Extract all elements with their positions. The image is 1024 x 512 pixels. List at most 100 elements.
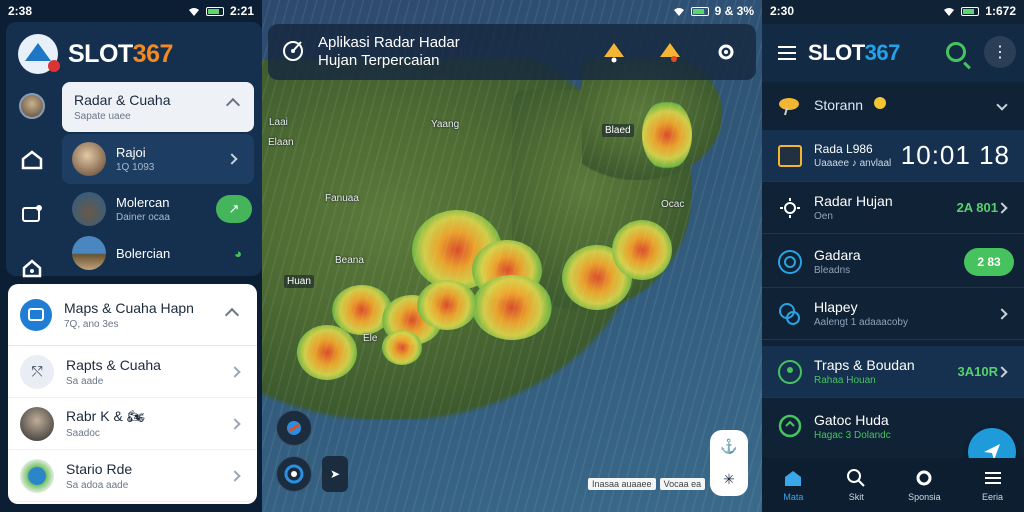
map-label: Beana: [335, 255, 364, 266]
map-controls: ⚓ ✳: [710, 430, 748, 496]
radar-icon[interactable]: [280, 37, 306, 68]
status-time: 2:38: [8, 4, 33, 18]
brand-name: SLOT367: [68, 39, 173, 68]
bottom-navigation: Mata Skit Sponsia Eeria: [762, 458, 1024, 512]
home-icon[interactable]: [18, 146, 46, 174]
home-icon: [782, 468, 804, 488]
menu-icon[interactable]: [778, 46, 796, 60]
title-line-1: Aplikasi Radar Hadar: [318, 34, 460, 51]
menu-icon: [982, 468, 1004, 488]
item-subtitle: 1Q 1093: [116, 162, 155, 173]
sun-icon: [869, 92, 891, 119]
status-bar: 9 & 3%: [262, 0, 762, 22]
left-screen: 2:38 2:21 SLOT367 Radar & Cuaha Sapate u…: [0, 0, 262, 512]
map-scale: Inasaa auaaee Vocaa ea: [588, 478, 706, 490]
expanded-title: Radar & Cuaha: [74, 92, 171, 108]
nav-home[interactable]: Mata: [782, 468, 804, 502]
maps-panel: Maps & Cuaha Hapn 7Q, ano 3es ⤲ Rapts & C…: [8, 284, 257, 504]
navigate-button[interactable]: ➤: [322, 456, 348, 492]
item-title: Molercan: [116, 195, 170, 210]
expanded-subtitle: Sapate uaee: [74, 111, 131, 122]
side-rail: [18, 92, 46, 282]
hlapey-row[interactable]: Hlapey Aalengt 1 adaaacoby: [762, 288, 1024, 340]
item-subtitle: Saadoc: [66, 428, 100, 439]
row-pill[interactable]: 2 83: [964, 247, 1014, 276]
status-bar: 2:30 1:672: [762, 0, 1024, 22]
house-icon[interactable]: [18, 254, 46, 282]
row-title: Radar Hujan: [814, 193, 893, 209]
refresh-icon: [776, 412, 804, 440]
storm-icon: [776, 91, 804, 119]
scale-label: Vocaa ea: [659, 478, 706, 490]
row-title: Gadara: [814, 247, 861, 263]
row-value: 3A10R: [957, 364, 998, 379]
avatar: [72, 192, 106, 226]
location-icon: [776, 358, 804, 386]
maps-panel-header[interactable]: Maps & Cuaha Hapn 7Q, ano 3es: [8, 284, 257, 346]
search-icon[interactable]: [946, 42, 966, 62]
search-icon: [845, 468, 867, 488]
chat-icon: [20, 298, 52, 331]
item-subtitle: Sa adoa aade: [66, 479, 129, 491]
item-subtitle: Sa aade: [66, 375, 104, 387]
panel-title: Maps & Cuaha Hapn: [64, 299, 194, 316]
title-line-2: Hujan Terpercaian: [318, 52, 440, 69]
chat-icon: [776, 300, 804, 328]
map-label: Ocac: [661, 199, 685, 210]
row-title: Traps & Boudan: [814, 357, 915, 373]
nav-label: Sponsia: [908, 492, 941, 502]
avatar[interactable]: [18, 92, 46, 120]
gear-icon: [913, 468, 935, 488]
nav-search[interactable]: Skit: [845, 468, 867, 502]
globe-icon: [20, 458, 54, 493]
expanded-menu-header[interactable]: Radar & Cuaha Sapate uaee: [62, 82, 254, 132]
list-item[interactable]: Rabr K & 🏍 Saadoc: [8, 398, 257, 450]
map-label: Laai: [269, 117, 288, 128]
menu-item-bolercian[interactable]: Bolercian ◕: [62, 228, 254, 278]
logo-icon: [18, 34, 60, 74]
avatar: [72, 142, 106, 176]
menu-item-molercan[interactable]: Molercan Dainer ocaa ↗: [62, 184, 254, 234]
row-title: Storann: [814, 97, 864, 113]
weather-alert-icon[interactable]: [600, 38, 628, 66]
nav-menu[interactable]: Eeria: [982, 468, 1004, 502]
wifi-icon: [673, 6, 685, 16]
row-title: Hlapey: [814, 299, 858, 315]
row-subtitle: Aalengt 1 adaaacoby: [814, 317, 908, 328]
location-alert-icon[interactable]: [656, 38, 684, 66]
avatar: [72, 236, 106, 270]
list-item[interactable]: Stario Rde Sa adoa aade: [8, 450, 257, 502]
app-title: Aplikasi Radar Hadar Hujan Terpercaian: [318, 34, 460, 70]
nav-sponsor[interactable]: Sponsia: [908, 468, 941, 502]
app-logo[interactable]: SLOT367: [18, 34, 173, 74]
target-icon: [776, 248, 804, 276]
map-label: Fanuaa: [325, 193, 359, 204]
menu-item-rajoi[interactable]: Rajoi 1Q 1093: [62, 134, 254, 184]
radar-hujan-row[interactable]: Radar Hujan Oen 2A 801: [762, 182, 1024, 234]
gear-icon[interactable]: [712, 38, 740, 66]
map-label: Elaan: [268, 137, 294, 148]
radar-map-screen[interactable]: 9 & 3% Aplikasi Radar Hadar Hujan Terperc…: [262, 0, 762, 512]
compass-icon[interactable]: ✳: [723, 471, 735, 488]
radar-badge-icon: [776, 142, 804, 170]
action-pill[interactable]: ↗: [216, 195, 252, 223]
battery-icon: [690, 6, 709, 16]
nav-label: Mata: [783, 492, 804, 502]
locate-button[interactable]: [276, 456, 312, 492]
weather-row[interactable]: Storann: [762, 82, 1024, 128]
status-clock: 2:21: [229, 4, 254, 18]
time-readout: 10:01 18: [900, 140, 1010, 170]
nav-label: Skit: [848, 492, 864, 502]
row-title: Rada L986: [814, 142, 873, 156]
list-item[interactable]: ⤲ Rapts & Cuaha Sa aade: [8, 346, 257, 398]
row-value: 2A 801: [956, 200, 998, 215]
radar-row[interactable]: Rada L986 Uaaaee ♪ anvlaal 10:01 18: [762, 130, 1024, 182]
traps-row[interactable]: Traps & Boudan Rahaa Houan 3A10R: [762, 346, 1024, 398]
chevron-right-icon: [226, 153, 238, 165]
more-icon[interactable]: ⋮: [984, 36, 1016, 68]
row-subtitle: Oen: [814, 211, 833, 222]
message-icon[interactable]: [18, 200, 46, 228]
anchor-icon[interactable]: ⚓: [720, 438, 737, 455]
gadara-row[interactable]: Gadara Bleadns 2 83: [762, 236, 1024, 288]
storm-layer-button[interactable]: [276, 410, 312, 446]
